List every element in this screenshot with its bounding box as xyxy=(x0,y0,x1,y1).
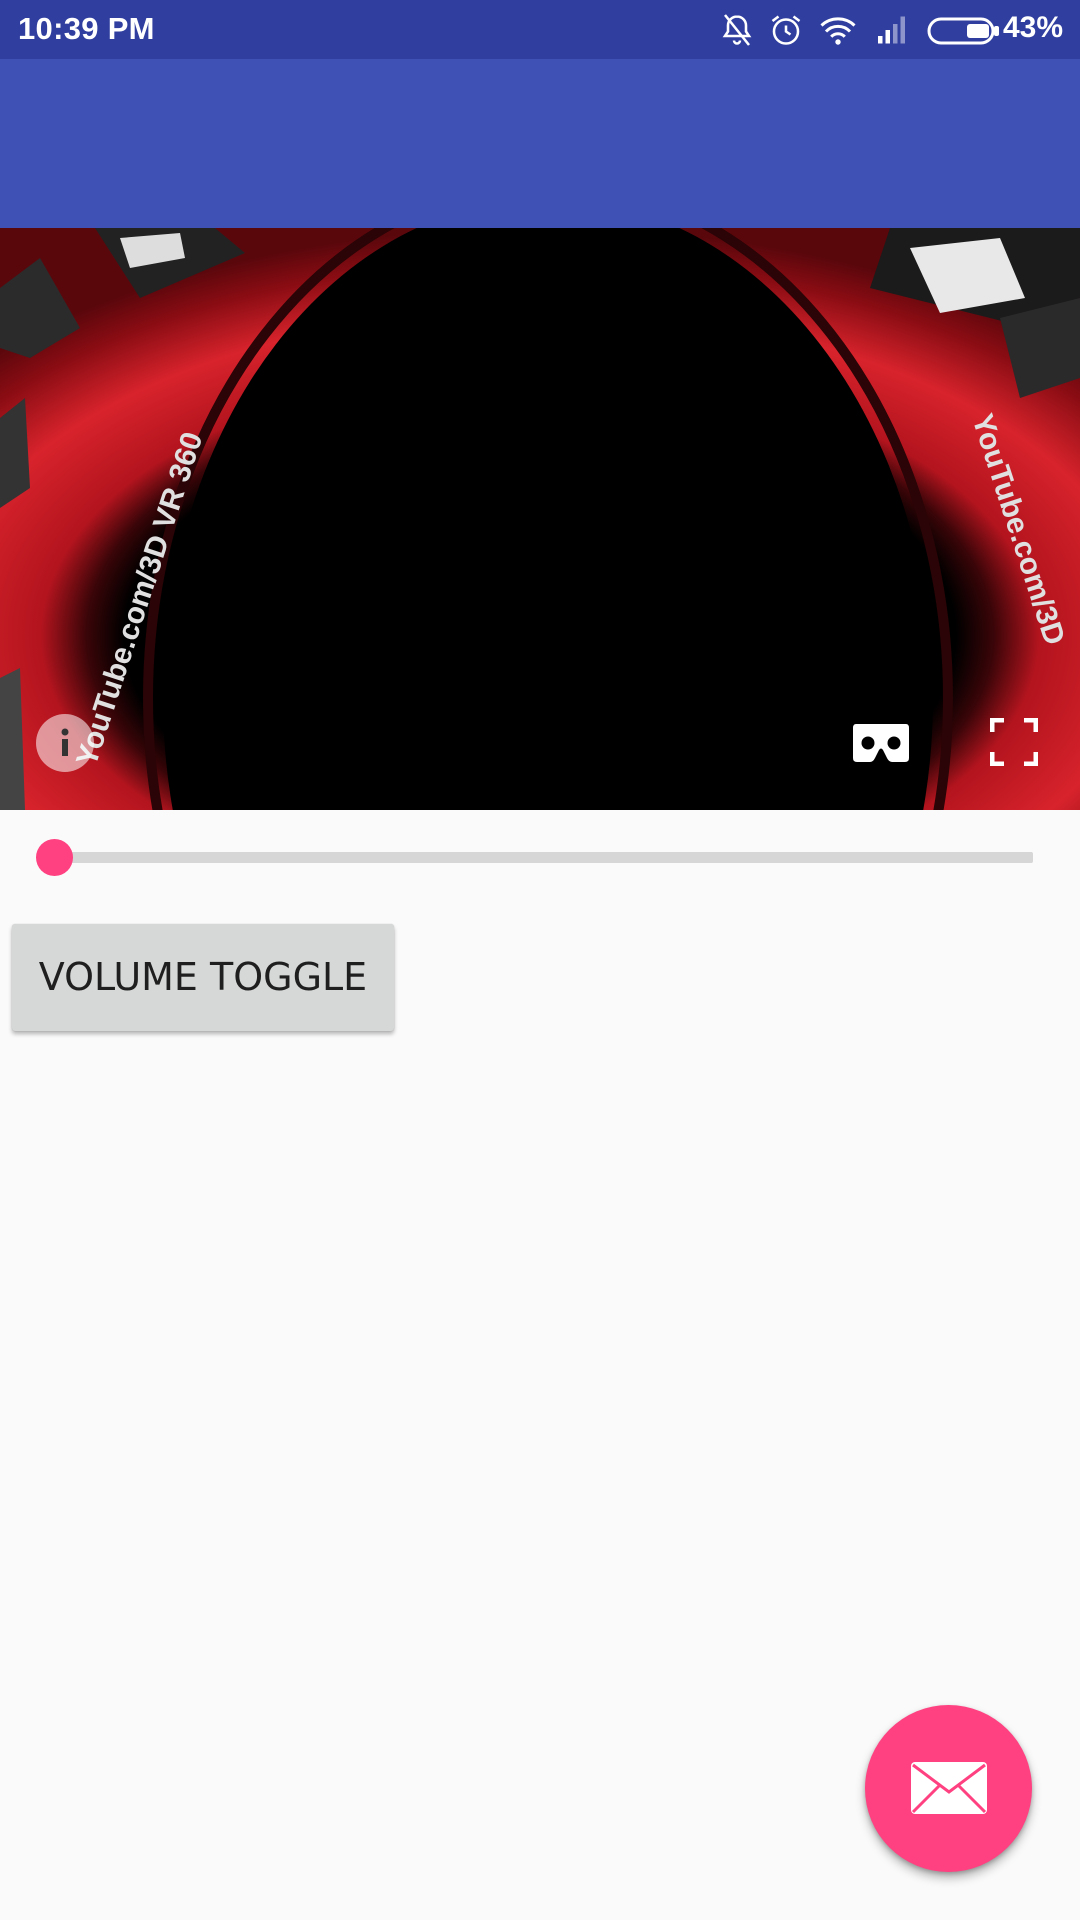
fab-email-button[interactable] xyxy=(865,1705,1032,1872)
battery-percent: 43% xyxy=(1002,11,1063,44)
seek-thumb[interactable] xyxy=(36,839,73,876)
status-bar: 10:39 PM 43% xyxy=(0,0,1080,59)
notifications-off-icon xyxy=(719,12,755,52)
cardboard-vr-icon[interactable] xyxy=(852,722,910,764)
alarm-icon xyxy=(768,12,804,52)
battery-icon xyxy=(927,16,1001,50)
video-player[interactable]: YouTube.com/3D VR 360 YouTube.com/3D xyxy=(0,228,1080,810)
email-icon xyxy=(911,1762,987,1814)
signal-icon xyxy=(874,12,912,52)
seek-track[interactable] xyxy=(54,852,1033,863)
status-time: 10:39 PM xyxy=(18,11,155,46)
video-frame: YouTube.com/3D VR 360 YouTube.com/3D xyxy=(0,228,1080,810)
fullscreen-icon[interactable] xyxy=(989,717,1039,767)
wifi-icon xyxy=(818,12,858,52)
app-bar xyxy=(0,59,1080,228)
info-icon[interactable] xyxy=(36,714,94,772)
volume-toggle-button[interactable]: VOLUME TOGGLE xyxy=(12,924,394,1031)
